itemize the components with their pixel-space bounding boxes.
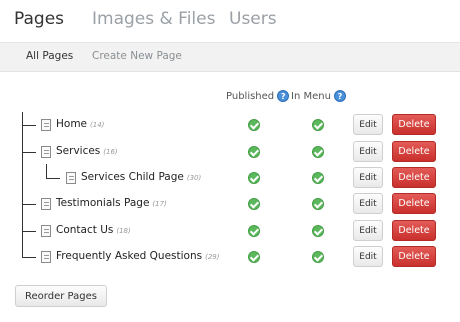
delete-button[interactable]: Delete <box>392 114 436 135</box>
page-title-link[interactable]: Contact Us (18) <box>56 224 131 236</box>
page-id-count: (18) <box>116 227 131 235</box>
page-id-count: (29) <box>205 253 220 261</box>
tree-branch-line <box>22 204 36 205</box>
edit-button[interactable]: Edit <box>353 167 383 188</box>
page-row: Services Child Page (30) Edit Delete <box>0 165 460 191</box>
page-row: Frequently Asked Questions (29) Edit Delete <box>0 244 460 270</box>
reorder-pages-button[interactable]: Reorder Pages <box>15 285 107 307</box>
tree-branch-line <box>22 152 36 153</box>
page-title-link[interactable]: Home (14) <box>56 118 104 130</box>
edit-button[interactable]: Edit <box>353 141 383 162</box>
top-nav: Pages Images & Files Users <box>0 0 460 42</box>
page-title-link[interactable]: Services (16) <box>56 145 118 157</box>
published-check-icon[interactable] <box>248 146 260 158</box>
tab-images-files[interactable]: Images & Files <box>92 9 215 29</box>
in-menu-check-icon[interactable] <box>312 251 324 263</box>
page-title-text: Home <box>56 118 88 130</box>
page-title-link[interactable]: Services Child Page (30) <box>81 171 201 183</box>
page-title-text: Services <box>56 145 101 157</box>
tree-branch-line <box>46 178 60 179</box>
published-column-header: Published ? <box>226 90 290 102</box>
delete-button[interactable]: Delete <box>392 141 436 162</box>
tree-branch-line <box>22 125 36 126</box>
in-menu-check-icon[interactable] <box>312 172 324 184</box>
published-check-icon[interactable] <box>248 198 260 210</box>
published-help-icon[interactable]: ? <box>277 90 290 102</box>
in-menu-check-icon[interactable] <box>312 119 324 131</box>
page-row: Home (14) Edit Delete <box>0 112 460 138</box>
published-header-label: Published <box>226 90 275 102</box>
in-menu-check-icon[interactable] <box>312 225 324 237</box>
in-menu-header-label: In Menu <box>291 90 331 102</box>
in-menu-help-icon[interactable]: ? <box>333 90 346 102</box>
page-id-count: (14) <box>90 121 105 129</box>
published-check-icon[interactable] <box>248 119 260 131</box>
delete-button[interactable]: Delete <box>392 193 436 214</box>
page-id-count: (16) <box>103 148 118 156</box>
page-id-count: (17) <box>152 200 167 208</box>
page-document-icon <box>41 146 51 158</box>
delete-button[interactable]: Delete <box>392 246 436 267</box>
page-title-link[interactable]: Frequently Asked Questions (29) <box>56 250 219 262</box>
page-row: Services (16) Edit Delete <box>0 139 460 165</box>
published-check-icon[interactable] <box>248 225 260 237</box>
tab-pages[interactable]: Pages <box>14 9 64 29</box>
in-menu-column-header: In Menu ? <box>291 90 346 102</box>
subtab-all-pages[interactable]: All Pages <box>26 50 73 62</box>
page-document-icon <box>41 198 51 210</box>
tree-branch-line <box>22 257 36 258</box>
page-row: Testimonials Page (17) Edit Delete <box>0 191 460 217</box>
delete-button[interactable]: Delete <box>392 220 436 241</box>
published-check-icon[interactable] <box>248 251 260 263</box>
page-title-link[interactable]: Testimonials Page (17) <box>56 197 167 209</box>
page-row: Contact Us (18) Edit Delete <box>0 218 460 244</box>
page-document-icon <box>41 251 51 263</box>
edit-button[interactable]: Edit <box>353 114 383 135</box>
page-document-icon <box>41 225 51 237</box>
page-title-text: Testimonials Page <box>56 197 150 209</box>
page-id-count: (30) <box>186 174 202 182</box>
page-document-icon <box>41 119 51 131</box>
page-title-text: Frequently Asked Questions <box>56 250 203 262</box>
published-check-icon[interactable] <box>248 172 260 184</box>
tree-branch-line <box>22 231 36 232</box>
page-title-text: Contact Us <box>56 224 114 236</box>
in-menu-check-icon[interactable] <box>312 198 324 210</box>
sub-nav: All Pages Create New Page <box>0 42 460 72</box>
tab-users[interactable]: Users <box>229 9 277 29</box>
edit-button[interactable]: Edit <box>353 246 383 267</box>
edit-button[interactable]: Edit <box>353 220 383 241</box>
subtab-create-new-page[interactable]: Create New Page <box>92 50 182 62</box>
edit-button[interactable]: Edit <box>353 193 383 214</box>
page-document-icon <box>66 172 76 184</box>
page-title-text: Services Child Page <box>81 171 184 183</box>
delete-button[interactable]: Delete <box>392 167 436 188</box>
in-menu-check-icon[interactable] <box>312 146 324 158</box>
